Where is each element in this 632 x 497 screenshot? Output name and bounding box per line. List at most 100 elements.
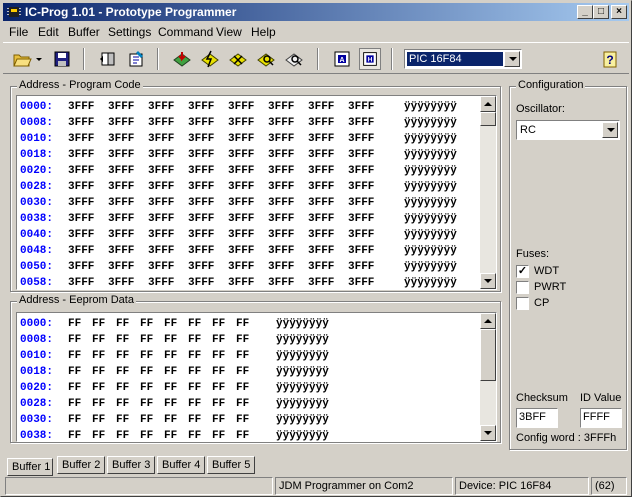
hex-cell[interactable]: FF [140,332,164,348]
hex-cell[interactable]: 3FFF [308,243,348,259]
hex-cell[interactable]: 3FFF [228,99,268,115]
hex-cell[interactable]: 3FFF [308,163,348,179]
open-folder-icon[interactable] [11,48,33,70]
hex-cell[interactable]: 3FFF [188,211,228,227]
hex-cell[interactable]: FF [68,348,92,364]
hex-cell[interactable]: 3FFF [268,275,308,289]
hex-cell[interactable]: FF [68,428,92,441]
hex-cell[interactable]: FF [236,412,260,428]
hex-cell[interactable]: 3FFF [268,131,308,147]
hex-cell[interactable]: FF [188,412,212,428]
hex-cell[interactable]: 3FFF [108,211,148,227]
hex-cell[interactable]: 3FFF [188,131,228,147]
hex-cell[interactable]: FF [164,316,188,332]
menu-help[interactable]: Help [251,25,276,39]
hex-cell[interactable]: 3FFF [348,211,388,227]
hex-cell[interactable]: FF [140,380,164,396]
hex-cell[interactable]: FF [212,332,236,348]
hex-cell[interactable]: FF [164,428,188,441]
hex-cell[interactable]: 3FFF [108,163,148,179]
verify-icon[interactable] [255,48,277,70]
hex-cell[interactable]: 3FFF [148,211,188,227]
hex-cell[interactable]: FF [116,364,140,380]
hex-cell[interactable]: FF [92,332,116,348]
menu-command[interactable]: Command [158,25,213,39]
hex-cell[interactable]: 3FFF [68,259,108,275]
hex-cell[interactable]: 3FFF [148,259,188,275]
id-value-field[interactable]: FFFF [580,408,622,428]
hex-cell[interactable]: FF [116,396,140,412]
hex-cell[interactable]: 3FFF [148,179,188,195]
close-button[interactable]: × [611,5,627,19]
hex-cell[interactable]: 3FFF [228,115,268,131]
hex-cell[interactable]: 3FFF [68,115,108,131]
hex-cell[interactable]: 3FFF [68,163,108,179]
hex-cell[interactable]: 3FFF [188,259,228,275]
hex-cell[interactable]: 3FFF [268,243,308,259]
hex-cell[interactable]: FF [140,428,164,441]
hex-cell[interactable]: 3FFF [108,195,148,211]
hex-cell[interactable]: 3FFF [308,259,348,275]
hex-cell[interactable]: 3FFF [308,195,348,211]
hex-cell[interactable]: 3FFF [108,115,148,131]
hex-cell[interactable]: FF [68,412,92,428]
hex-cell[interactable]: 3FFF [68,131,108,147]
hex-cell[interactable]: 3FFF [108,179,148,195]
hex-cell[interactable]: 3FFF [108,131,148,147]
hex-cell[interactable]: 3FFF [108,259,148,275]
hex-cell[interactable]: 3FFF [148,131,188,147]
hex-cell[interactable]: 3FFF [68,243,108,259]
hex-cell[interactable]: FF [236,396,260,412]
hex-cell[interactable]: 3FFF [348,259,388,275]
hex-cell[interactable]: FF [164,396,188,412]
hex-cell[interactable]: FF [212,316,236,332]
hex-cell[interactable]: 3FFF [308,227,348,243]
menu-buffer[interactable]: Buffer [68,25,100,39]
program-all-icon[interactable] [199,48,221,70]
hex-cell[interactable]: 3FFF [348,115,388,131]
hex-cell[interactable]: FF [164,332,188,348]
hex-cell[interactable]: 3FFF [188,243,228,259]
hex-cell[interactable]: FF [236,428,260,441]
title-bar[interactable]: IC-Prog 1.01 - Prototype Programmer _ □ … [3,3,629,21]
hex-cell[interactable]: 3FFF [228,211,268,227]
hex-cell[interactable]: FF [236,364,260,380]
hex-cell[interactable]: 3FFF [268,147,308,163]
hex-cell[interactable]: 3FFF [228,259,268,275]
hex-cell[interactable]: 3FFF [188,179,228,195]
scroll-down-button[interactable] [480,425,496,441]
hex-cell[interactable]: 3FFF [228,147,268,163]
hex-cell[interactable]: 3FFF [68,211,108,227]
hex-cell[interactable]: 3FFF [148,99,188,115]
hex-cell[interactable]: 3FFF [348,163,388,179]
hex-cell[interactable]: 3FFF [228,131,268,147]
hex-cell[interactable]: 3FFF [148,163,188,179]
hex-cell[interactable]: FF [92,316,116,332]
hex-cell[interactable]: 3FFF [188,227,228,243]
hex-cell[interactable]: 3FFF [308,131,348,147]
hex-cell[interactable]: 3FFF [268,179,308,195]
hex-cell[interactable]: FF [236,332,260,348]
open-dropdown-icon[interactable] [34,48,44,70]
hex-cell[interactable]: 3FFF [308,115,348,131]
hex-cell[interactable]: 3FFF [308,179,348,195]
hex-cell[interactable]: 3FFF [348,275,388,289]
hex-view-icon[interactable]: H [359,48,381,70]
hex-cell[interactable]: FF [236,316,260,332]
hex-cell[interactable]: 3FFF [148,243,188,259]
hex-cell[interactable]: FF [92,364,116,380]
hex-cell[interactable]: FF [92,428,116,441]
hex-cell[interactable]: FF [212,396,236,412]
hex-cell[interactable]: FF [236,348,260,364]
hex-cell[interactable]: 3FFF [68,147,108,163]
hex-cell[interactable]: 3FFF [228,243,268,259]
hex-cell[interactable]: 3FFF [148,147,188,163]
hex-cell[interactable]: 3FFF [268,115,308,131]
hex-cell[interactable]: FF [68,396,92,412]
hex-cell[interactable]: 3FFF [188,163,228,179]
hex-cell[interactable]: 3FFF [308,147,348,163]
hex-cell[interactable]: 3FFF [268,163,308,179]
read-all-icon[interactable] [171,48,193,70]
maximize-button[interactable]: □ [593,5,609,19]
hex-cell[interactable]: 3FFF [348,179,388,195]
